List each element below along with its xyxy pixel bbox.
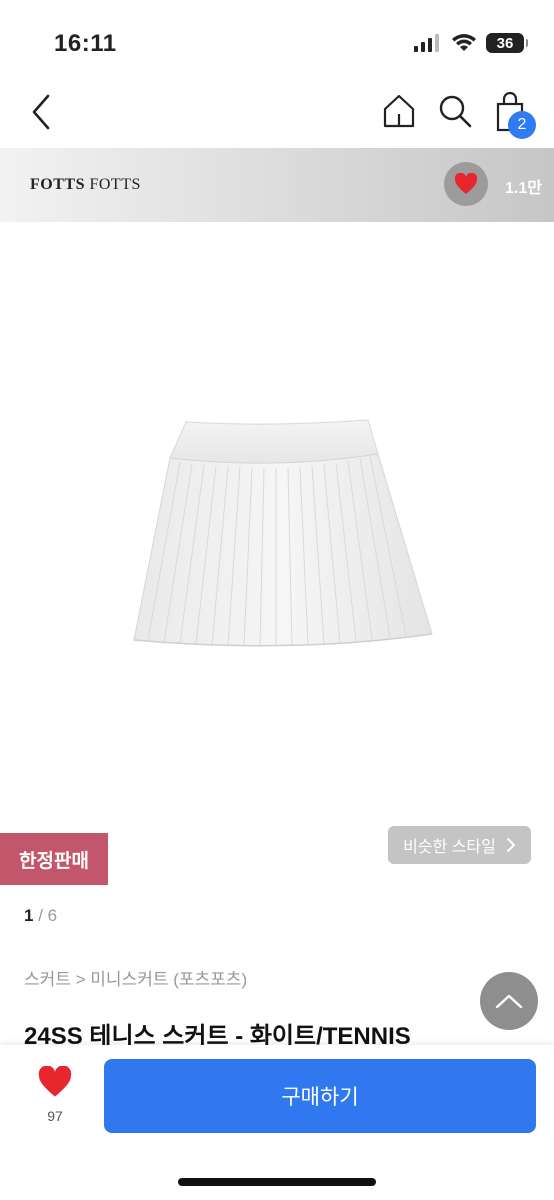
home-indicator xyxy=(178,1178,376,1186)
image-index: 1 xyxy=(24,906,34,925)
status-time: 16:11 xyxy=(54,30,117,57)
image-pager: 1 / 6 xyxy=(24,906,58,925)
brand-favorite-count: 1.1만 xyxy=(505,180,542,197)
buy-button[interactable]: 구매하기 xyxy=(104,1059,536,1133)
scroll-to-top-button[interactable] xyxy=(480,972,538,1030)
heart-icon xyxy=(38,1065,72,1097)
back-icon[interactable] xyxy=(26,92,60,132)
chevron-right-icon xyxy=(506,838,515,852)
brand-name-regular: FOTTS xyxy=(89,176,141,193)
status-bar: 16:11 36 xyxy=(0,0,554,80)
brand-bar[interactable]: FOTTS FOTTS 1.1만 xyxy=(0,148,554,222)
similar-style-button[interactable]: 비슷한 스타일 xyxy=(388,826,531,864)
product-image-carousel[interactable] xyxy=(0,222,554,834)
product-image xyxy=(133,419,433,647)
chevron-up-icon xyxy=(495,994,523,1009)
brand-favorite-button[interactable] xyxy=(444,162,488,206)
brand-name-bold: FOTTS xyxy=(30,176,85,193)
heart-icon xyxy=(454,173,478,194)
similar-style-label: 비슷한 스타일 xyxy=(403,839,496,856)
cart-count-badge: 2 xyxy=(508,111,536,139)
search-icon[interactable] xyxy=(436,92,474,130)
limited-sale-badge: 한정판매 xyxy=(0,833,108,885)
home-icon[interactable] xyxy=(380,92,418,130)
wifi-icon xyxy=(452,34,476,51)
image-total: 6 xyxy=(47,906,58,925)
battery-indicator: 36 xyxy=(486,33,528,53)
like-count: 97 xyxy=(47,1108,63,1124)
breadcrumb[interactable]: 스커트 > 미니스커트 (포츠포츠) xyxy=(24,965,247,990)
signal-icon xyxy=(414,34,439,52)
top-nav xyxy=(0,80,554,148)
brand-logo: FOTTS FOTTS xyxy=(30,176,141,194)
